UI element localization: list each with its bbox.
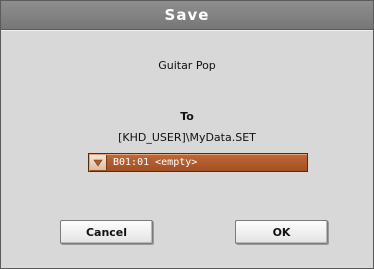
- item-name-label: Guitar Pop: [158, 59, 216, 72]
- dropdown-selected-value: B01:01 <empty>: [113, 157, 198, 168]
- triangle-down-icon[interactable]: [90, 155, 107, 170]
- destination-path: [KHD_USER]\MyData.SET: [118, 131, 256, 144]
- cancel-button[interactable]: Cancel: [60, 220, 153, 244]
- dialog-title-bar: Save: [1, 1, 373, 30]
- dialog-body: Guitar Pop To [KHD_USER]\MyData.SET B01:…: [1, 30, 373, 268]
- ok-button[interactable]: OK: [235, 220, 328, 244]
- dialog-title: Save: [164, 6, 210, 24]
- destination-dropdown[interactable]: B01:01 <empty>: [88, 153, 308, 172]
- to-label: To: [180, 110, 194, 123]
- save-dialog: Save Guitar Pop To [KHD_USER]\MyData.SET…: [0, 0, 374, 269]
